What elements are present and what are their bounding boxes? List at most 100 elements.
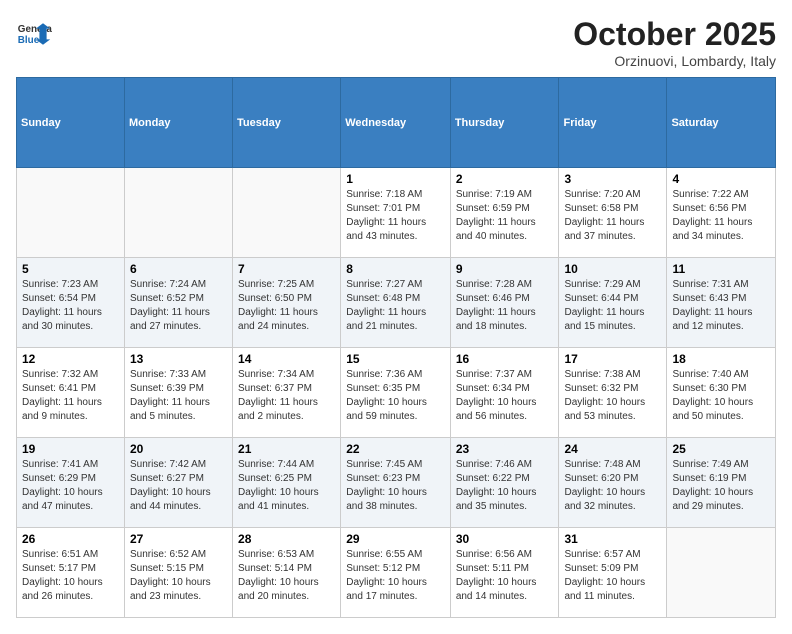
day-cell	[667, 528, 776, 618]
day-info: Sunrise: 7:31 AM Sunset: 6:43 PM Dayligh…	[672, 278, 770, 334]
week-row-4: 19 Sunrise: 7:41 AM Sunset: 6:29 PM Dayli…	[17, 438, 776, 528]
day-info: Sunrise: 7:41 AM Sunset: 6:29 PM Dayligh…	[22, 458, 119, 514]
day-info: Sunrise: 7:25 AM Sunset: 6:50 PM Dayligh…	[238, 278, 335, 334]
logo: General Blue	[16, 16, 52, 52]
day-info: Sunrise: 7:45 AM Sunset: 6:23 PM Dayligh…	[346, 458, 445, 514]
svg-text:Blue: Blue	[18, 35, 40, 46]
day-cell	[124, 168, 232, 258]
day-info: Sunrise: 7:23 AM Sunset: 6:54 PM Dayligh…	[22, 278, 119, 334]
day-info: Sunrise: 6:52 AM Sunset: 5:15 PM Dayligh…	[130, 548, 227, 604]
day-cell: 3 Sunrise: 7:20 AM Sunset: 6:58 PM Daylig…	[559, 168, 667, 258]
day-cell: 16Sunrise: 7:37 AM Sunset: 6:34 PM Dayli…	[450, 348, 559, 438]
day-cell: 2 Sunrise: 7:19 AM Sunset: 6:59 PM Daylig…	[450, 168, 559, 258]
day-number: 18	[672, 352, 770, 366]
day-number: 21	[238, 442, 335, 456]
day-number: 10	[564, 262, 661, 276]
day-number: 30	[456, 532, 554, 546]
svg-text:General: General	[18, 24, 52, 35]
col-tuesday: Tuesday	[233, 78, 341, 168]
day-cell: 10 Sunrise: 7:29 AM Sunset: 6:44 PM Dayli…	[559, 258, 667, 348]
header-row: Sunday Monday Tuesday Wednesday Thursday…	[17, 78, 776, 168]
day-number: 31	[564, 532, 661, 546]
calendar-title: October 2025	[573, 16, 776, 53]
day-info: Sunrise: 7:42 AM Sunset: 6:27 PM Dayligh…	[130, 458, 227, 514]
day-number: 15	[346, 352, 445, 366]
day-number: 3	[564, 172, 661, 186]
day-cell: 18 Sunrise: 7:40 AM Sunset: 6:30 PM Dayli…	[667, 348, 776, 438]
day-cell: 27 Sunrise: 6:52 AM Sunset: 5:15 PM Dayli…	[124, 528, 232, 618]
day-cell: 30 Sunrise: 6:56 AM Sunset: 5:11 PM Dayli…	[450, 528, 559, 618]
day-info: Sunrise: 6:56 AM Sunset: 5:11 PM Dayligh…	[456, 548, 554, 604]
day-cell: 7 Sunrise: 7:25 AM Sunset: 6:50 PM Daylig…	[233, 258, 341, 348]
day-number: 20	[130, 442, 227, 456]
day-cell: 1 Sunrise: 7:18 AM Sunset: 7:01 PM Daylig…	[341, 168, 451, 258]
day-cell: 19 Sunrise: 7:41 AM Sunset: 6:29 PM Dayli…	[17, 438, 125, 528]
day-number: 1	[346, 172, 445, 186]
calendar-body: 1 Sunrise: 7:18 AM Sunset: 7:01 PM Daylig…	[17, 168, 776, 618]
day-number: 14	[238, 352, 335, 366]
day-info: Sunrise: 7:22 AM Sunset: 6:56 PM Dayligh…	[672, 188, 770, 244]
day-number: 6	[130, 262, 227, 276]
day-info: Sunrise: 6:55 AM Sunset: 5:12 PM Dayligh…	[346, 548, 445, 604]
day-info: Sunrise: 7:33 AM Sunset: 6:39 PM Dayligh…	[130, 368, 227, 424]
day-cell: 8Sunrise: 7:27 AM Sunset: 6:48 PM Daylig…	[341, 258, 451, 348]
col-thursday: Thursday	[450, 78, 559, 168]
day-cell: 12Sunrise: 7:32 AM Sunset: 6:41 PM Dayli…	[17, 348, 125, 438]
day-number: 24	[564, 442, 661, 456]
day-cell: 21Sunrise: 7:44 AM Sunset: 6:25 PM Dayli…	[233, 438, 341, 528]
day-info: Sunrise: 7:20 AM Sunset: 6:58 PM Dayligh…	[564, 188, 661, 244]
day-info: Sunrise: 7:19 AM Sunset: 6:59 PM Dayligh…	[456, 188, 554, 244]
day-number: 5	[22, 262, 119, 276]
day-cell	[17, 168, 125, 258]
day-number: 26	[22, 532, 119, 546]
day-cell: 6 Sunrise: 7:24 AM Sunset: 6:52 PM Daylig…	[124, 258, 232, 348]
col-saturday: Saturday	[667, 78, 776, 168]
calendar-header: Sunday Monday Tuesday Wednesday Thursday…	[17, 78, 776, 168]
day-cell: 14 Sunrise: 7:34 AM Sunset: 6:37 PM Dayli…	[233, 348, 341, 438]
day-info: Sunrise: 7:32 AM Sunset: 6:41 PM Dayligh…	[22, 368, 119, 424]
day-info: Sunrise: 7:36 AM Sunset: 6:35 PM Dayligh…	[346, 368, 445, 424]
day-cell: 11Sunrise: 7:31 AM Sunset: 6:43 PM Dayli…	[667, 258, 776, 348]
day-info: Sunrise: 7:18 AM Sunset: 7:01 PM Dayligh…	[346, 188, 445, 244]
day-number: 23	[456, 442, 554, 456]
day-info: Sunrise: 7:48 AM Sunset: 6:20 PM Dayligh…	[564, 458, 661, 514]
logo-icon: General Blue	[16, 16, 52, 52]
day-info: Sunrise: 6:51 AM Sunset: 5:17 PM Dayligh…	[22, 548, 119, 604]
day-cell: 5 Sunrise: 7:23 AM Sunset: 6:54 PM Daylig…	[17, 258, 125, 348]
day-number: 2	[456, 172, 554, 186]
day-number: 22	[346, 442, 445, 456]
day-number: 28	[238, 532, 335, 546]
week-row-3: 12Sunrise: 7:32 AM Sunset: 6:41 PM Dayli…	[17, 348, 776, 438]
day-info: Sunrise: 7:40 AM Sunset: 6:30 PM Dayligh…	[672, 368, 770, 424]
day-number: 25	[672, 442, 770, 456]
day-info: Sunrise: 6:57 AM Sunset: 5:09 PM Dayligh…	[564, 548, 661, 604]
day-number: 13	[130, 352, 227, 366]
day-cell: 13 Sunrise: 7:33 AM Sunset: 6:39 PM Dayli…	[124, 348, 232, 438]
day-cell: 31 Sunrise: 6:57 AM Sunset: 5:09 PM Dayli…	[559, 528, 667, 618]
day-number: 27	[130, 532, 227, 546]
day-cell: 23 Sunrise: 7:46 AM Sunset: 6:22 PM Dayli…	[450, 438, 559, 528]
day-cell: 17Sunrise: 7:38 AM Sunset: 6:32 PM Dayli…	[559, 348, 667, 438]
day-info: Sunrise: 7:24 AM Sunset: 6:52 PM Dayligh…	[130, 278, 227, 334]
day-info: Sunrise: 7:28 AM Sunset: 6:46 PM Dayligh…	[456, 278, 554, 334]
day-cell: 25Sunrise: 7:49 AM Sunset: 6:19 PM Dayli…	[667, 438, 776, 528]
week-row-5: 26 Sunrise: 6:51 AM Sunset: 5:17 PM Dayli…	[17, 528, 776, 618]
day-number: 19	[22, 442, 119, 456]
day-cell: 24 Sunrise: 7:48 AM Sunset: 6:20 PM Dayli…	[559, 438, 667, 528]
col-wednesday: Wednesday	[341, 78, 451, 168]
week-row-2: 5 Sunrise: 7:23 AM Sunset: 6:54 PM Daylig…	[17, 258, 776, 348]
title-block: October 2025 Orzinuovi, Lombardy, Italy	[573, 16, 776, 69]
day-info: Sunrise: 7:46 AM Sunset: 6:22 PM Dayligh…	[456, 458, 554, 514]
day-cell: 29Sunrise: 6:55 AM Sunset: 5:12 PM Dayli…	[341, 528, 451, 618]
day-cell: 28Sunrise: 6:53 AM Sunset: 5:14 PM Dayli…	[233, 528, 341, 618]
day-info: Sunrise: 7:34 AM Sunset: 6:37 PM Dayligh…	[238, 368, 335, 424]
day-number: 17	[564, 352, 661, 366]
day-info: Sunrise: 7:37 AM Sunset: 6:34 PM Dayligh…	[456, 368, 554, 424]
col-monday: Monday	[124, 78, 232, 168]
day-cell	[233, 168, 341, 258]
day-info: Sunrise: 7:29 AM Sunset: 6:44 PM Dayligh…	[564, 278, 661, 334]
col-friday: Friday	[559, 78, 667, 168]
day-number: 7	[238, 262, 335, 276]
col-sunday: Sunday	[17, 78, 125, 168]
day-cell: 15 Sunrise: 7:36 AM Sunset: 6:35 PM Dayli…	[341, 348, 451, 438]
